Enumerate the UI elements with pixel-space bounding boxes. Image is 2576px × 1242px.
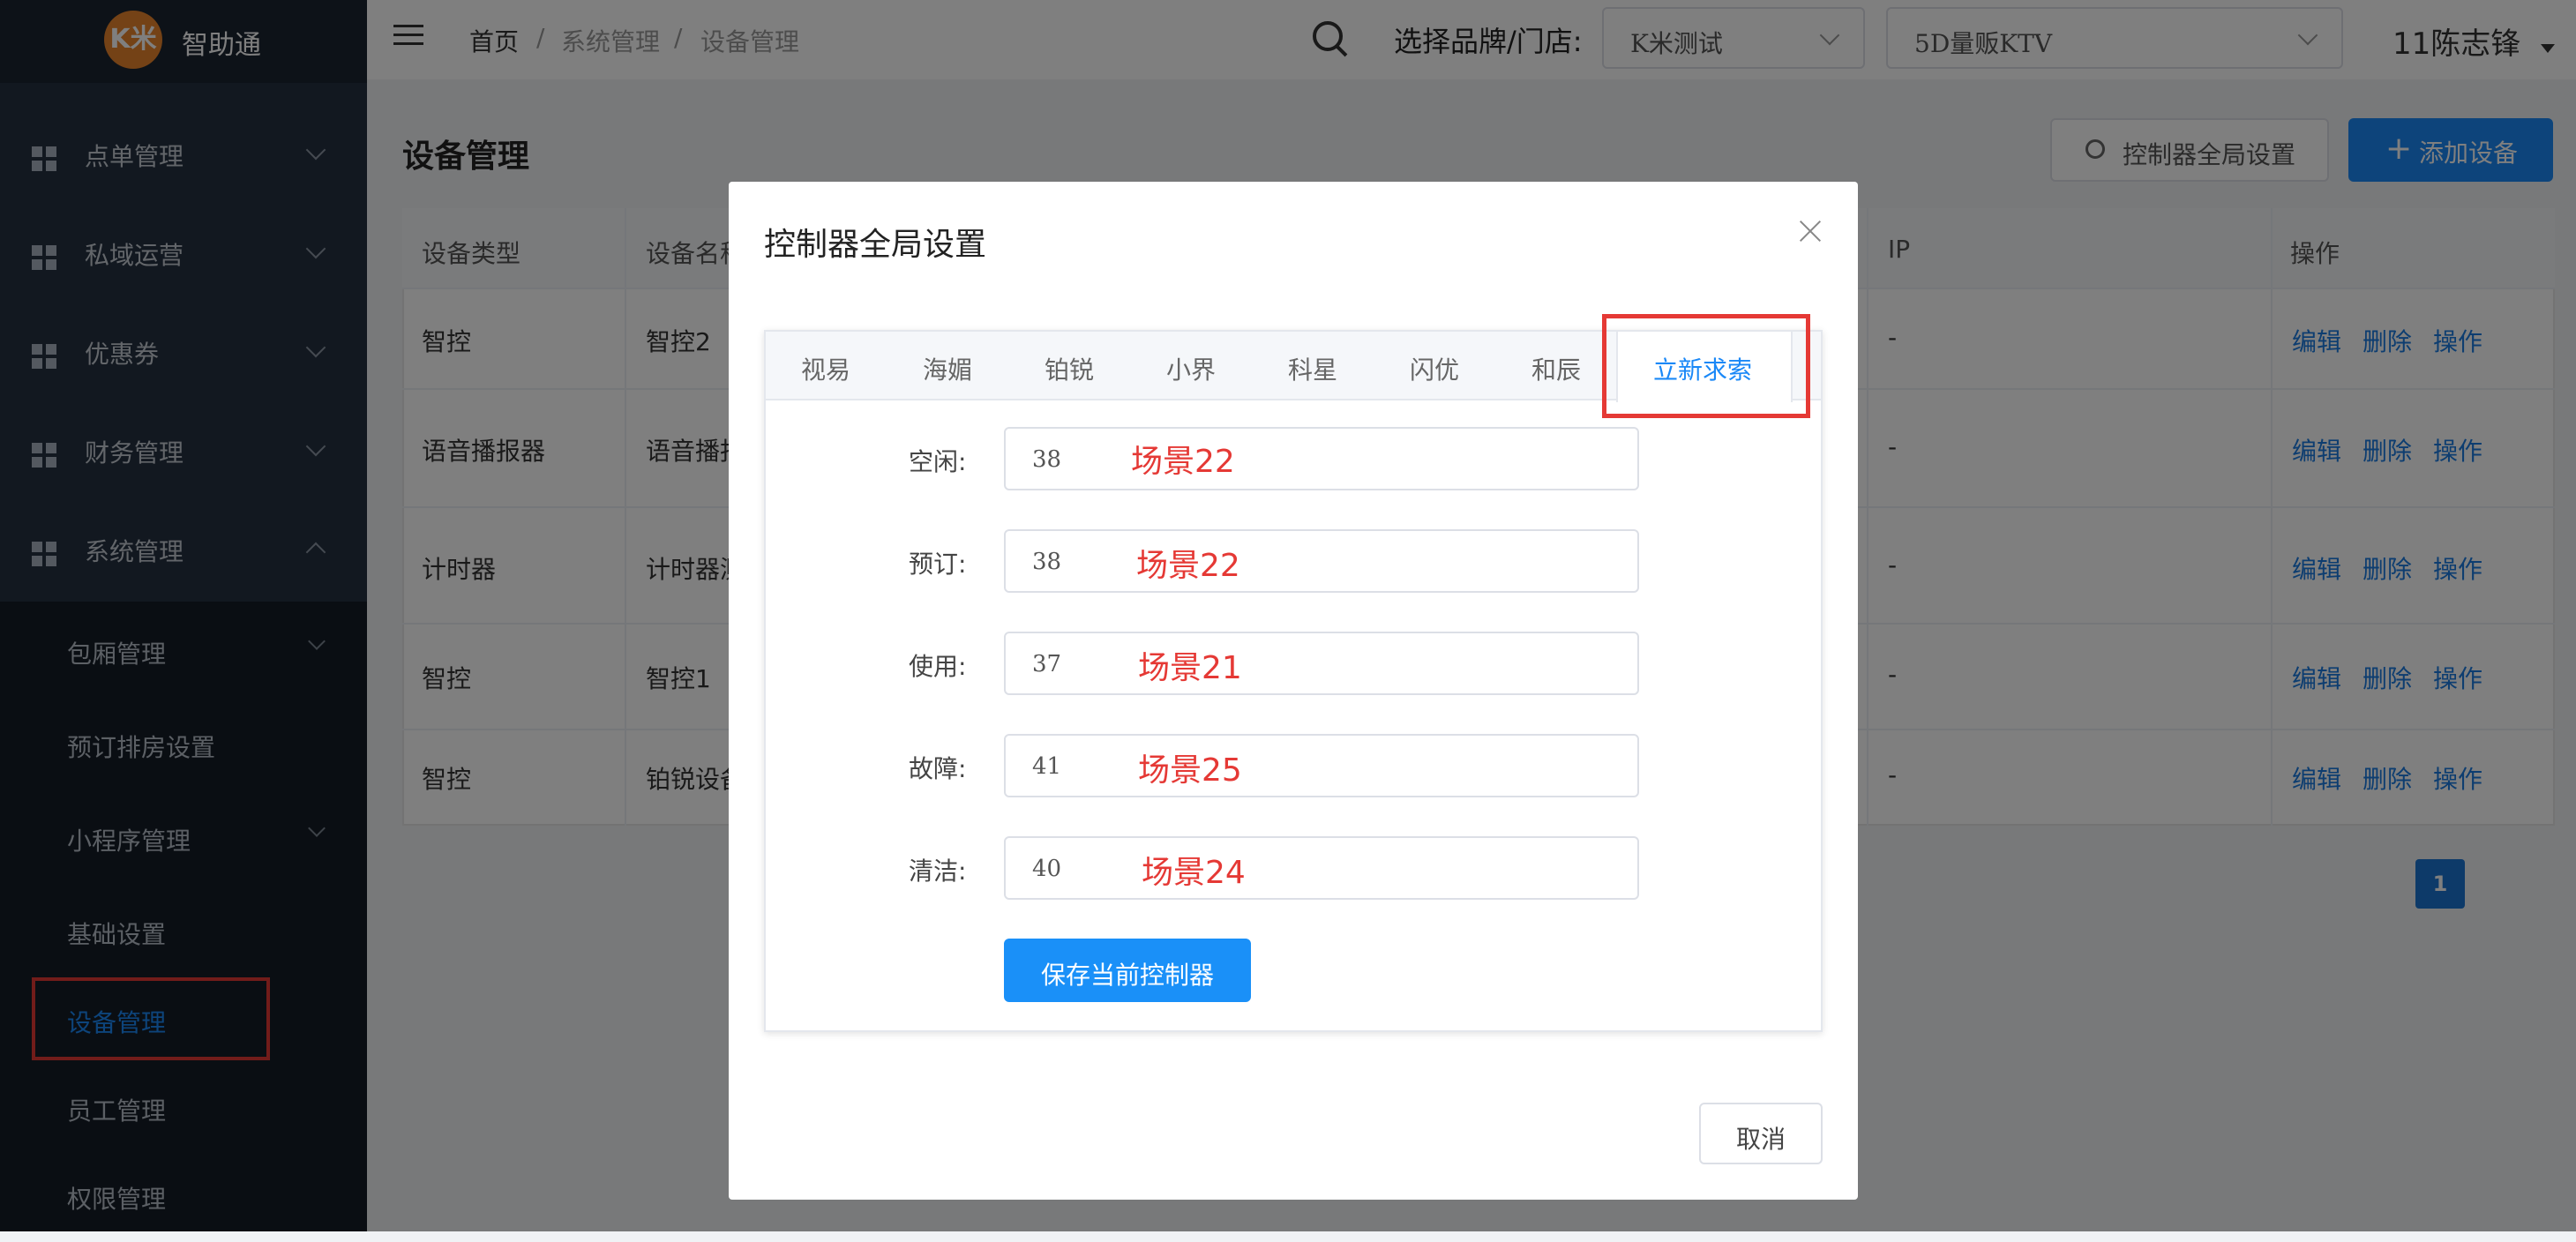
save-controller-button[interactable]: 保存当前控制器 <box>1004 939 1251 1002</box>
in-use-scene-input[interactable]: 37 <box>1004 632 1639 695</box>
close-icon[interactable] <box>1796 217 1824 245</box>
field-label-in-use: 使用: <box>909 652 967 681</box>
tab-borui[interactable]: 铂锐 <box>1045 351 1094 386</box>
tab-haimei[interactable]: 海媚 <box>923 351 972 386</box>
reserved-scene-input[interactable]: 38 <box>1004 529 1639 593</box>
highlight-box <box>1602 314 1810 418</box>
tab-shanyou[interactable]: 闪优 <box>1410 351 1459 386</box>
field-label-fault: 故障: <box>909 754 967 783</box>
button-label: 取消 <box>1735 1125 1786 1154</box>
cleaning-scene-input[interactable]: 40 <box>1004 836 1639 900</box>
input-value: 38 <box>1032 446 1062 473</box>
annotation-note: 场景22 <box>1136 548 1240 584</box>
tab-shiyi[interactable]: 视易 <box>801 351 850 386</box>
fault-scene-input[interactable]: 41 <box>1004 734 1639 797</box>
input-value: 37 <box>1032 651 1062 677</box>
input-value: 41 <box>1032 753 1062 780</box>
tab-xiaojie[interactable]: 小界 <box>1166 351 1216 386</box>
annotation-note: 场景24 <box>1142 855 1246 891</box>
input-value: 38 <box>1032 549 1062 575</box>
annotation-note: 场景25 <box>1138 752 1242 789</box>
input-value: 40 <box>1032 856 1062 882</box>
button-label: 保存当前控制器 <box>1040 961 1214 990</box>
tab-hechen[interactable]: 和辰 <box>1531 351 1581 386</box>
field-label-idle: 空闲: <box>909 447 967 476</box>
field-label-cleaning: 清洁: <box>909 857 967 886</box>
annotation-note: 场景22 <box>1131 444 1235 480</box>
field-label-reserved: 预订: <box>909 550 967 579</box>
cancel-button[interactable]: 取消 <box>1699 1103 1823 1164</box>
annotation-note: 场景21 <box>1138 650 1242 686</box>
dialog-title: 控制器全局设置 <box>764 227 987 263</box>
idle-scene-input[interactable]: 38 <box>1004 427 1639 490</box>
tab-kexing[interactable]: 科星 <box>1288 351 1337 386</box>
